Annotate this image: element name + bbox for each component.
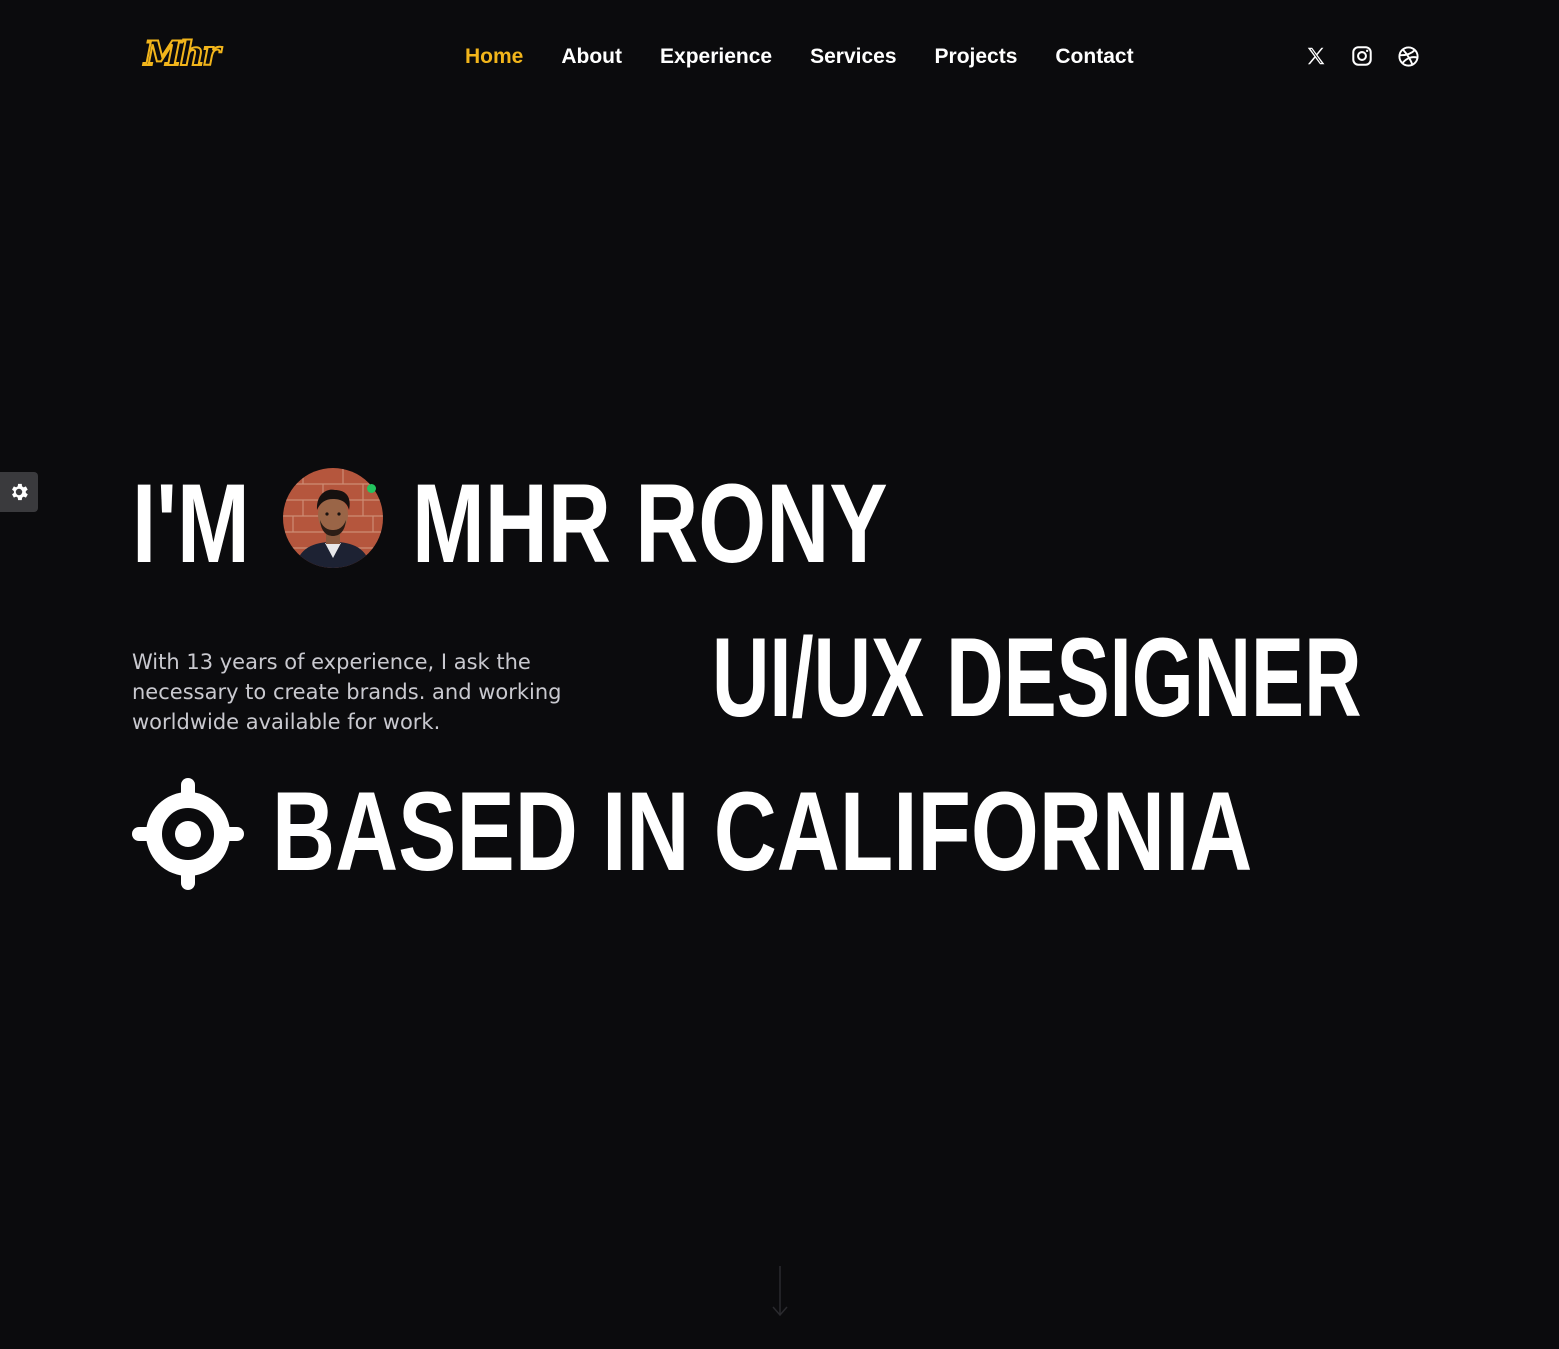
settings-button[interactable]	[0, 472, 38, 512]
target-icon	[132, 778, 244, 890]
hero-role: UI/UX DESIGNER	[712, 615, 1362, 740]
gear-icon	[12, 483, 28, 501]
instagram-icon[interactable]	[1350, 42, 1374, 70]
dribbble-icon[interactable]	[1396, 42, 1420, 70]
nav-item-services[interactable]: Services	[810, 40, 896, 74]
social-links	[1304, 42, 1420, 70]
main-nav: Home About Experience Services Projects …	[465, 40, 1134, 74]
nav-item-projects[interactable]: Projects	[935, 40, 1018, 74]
logo[interactable]: Mhr	[143, 32, 240, 76]
nav-item-experience[interactable]: Experience	[660, 40, 772, 74]
arrow-down-icon[interactable]	[770, 1266, 790, 1318]
online-status-dot	[367, 484, 376, 493]
hero-prefix: I'M	[132, 461, 250, 586]
nav-item-about[interactable]: About	[561, 40, 622, 74]
hero-bio: With 13 years of experience, I ask the n…	[132, 650, 562, 734]
hero-location: BASED IN CALIFORNIA	[272, 769, 1253, 894]
nav-item-home[interactable]: Home	[465, 40, 523, 74]
hero-name: MHR RONY	[412, 461, 888, 586]
x-icon[interactable]	[1304, 42, 1328, 70]
avatar	[283, 468, 383, 568]
nav-item-contact[interactable]: Contact	[1055, 40, 1133, 74]
page: Mhr Home About Experience Services Proje…	[0, 0, 1559, 1349]
